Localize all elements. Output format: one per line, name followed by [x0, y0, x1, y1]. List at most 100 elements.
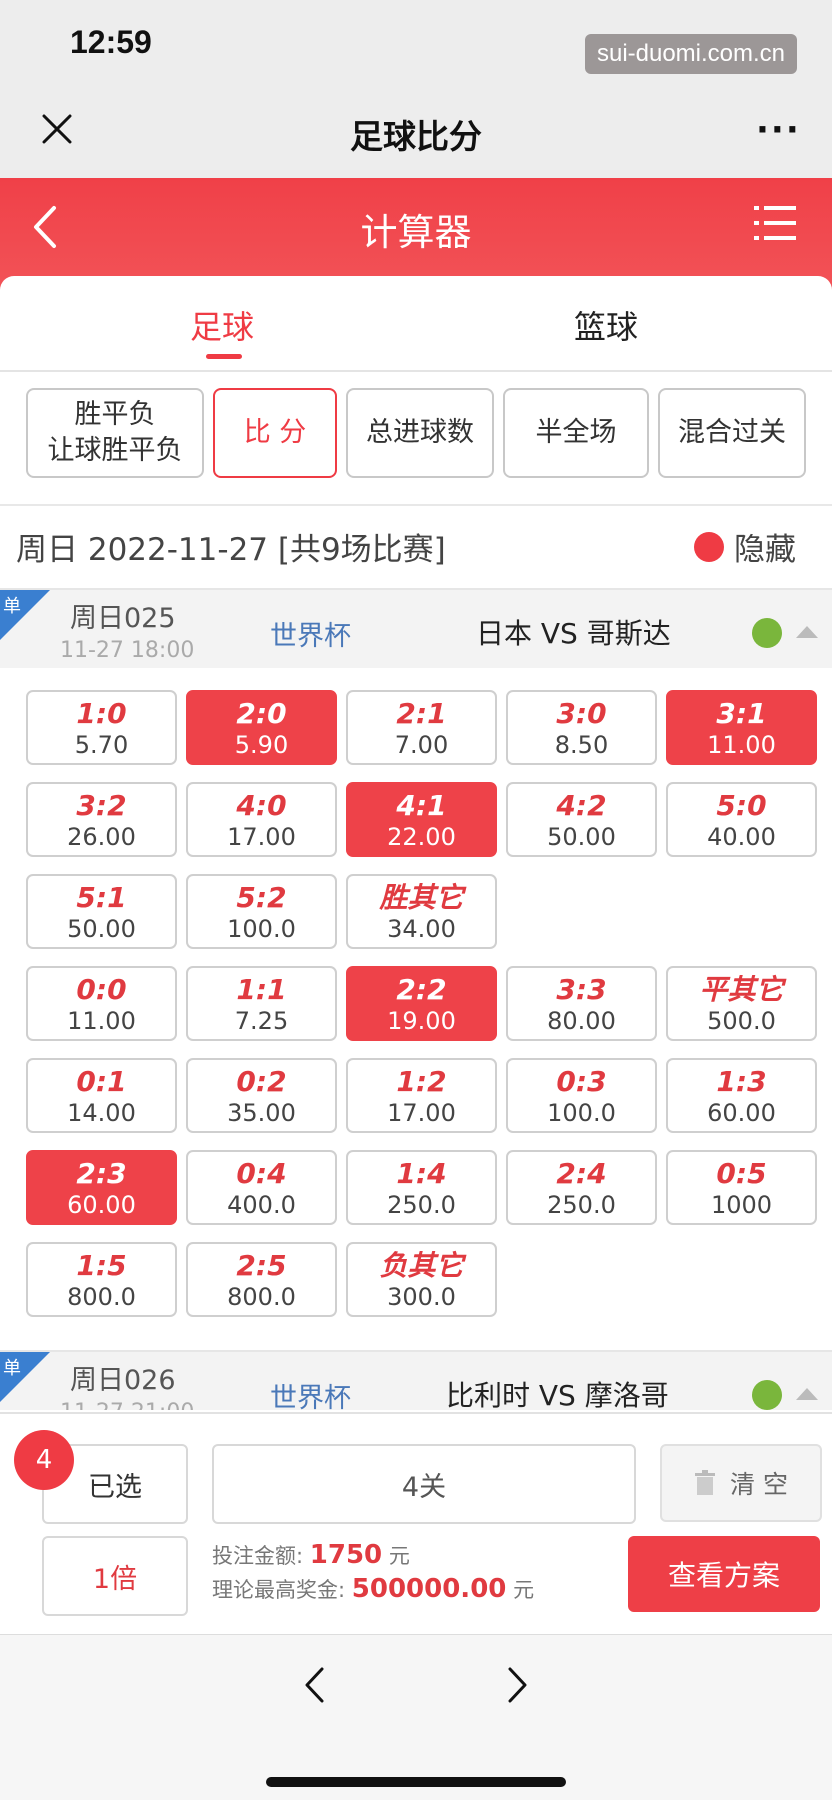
- score-label: 平其它: [699, 973, 784, 1006]
- pass-type-select[interactable]: 4关: [212, 1444, 636, 1524]
- odds-value: 1000: [710, 1191, 773, 1219]
- odds-value: 35.00: [227, 1099, 296, 1127]
- score-option[interactable]: 1:1 7.25: [186, 966, 337, 1041]
- score-option[interactable]: 1:4 250.0: [346, 1150, 497, 1225]
- watermark: sui-duomi.com.cn: [585, 34, 797, 74]
- score-label: 1:0: [76, 697, 127, 730]
- home-indicator: [266, 1777, 566, 1787]
- score-option[interactable]: 2:2 19.00: [346, 966, 497, 1041]
- match-time: 11-27 18:00: [60, 638, 195, 663]
- score-label: 5:2: [236, 881, 287, 914]
- score-label: 5:1: [76, 881, 127, 914]
- collapse-caret-icon[interactable]: [796, 626, 818, 638]
- score-option[interactable]: 0:0 11.00: [26, 966, 177, 1041]
- score-label: 2:2: [396, 973, 447, 1006]
- score-option[interactable]: 2:1 7.00: [346, 690, 497, 765]
- multiplier-input[interactable]: 1倍: [42, 1536, 188, 1616]
- odds-value: 11.00: [67, 1007, 136, 1035]
- more-icon[interactable]: ···: [756, 110, 801, 150]
- score-option[interactable]: 2:3 60.00: [26, 1150, 177, 1225]
- bet-amount-value: 1750: [309, 1540, 383, 1570]
- score-option[interactable]: 胜其它 34.00: [346, 874, 497, 949]
- match-teams: 比利时 VS 摩洛哥: [446, 1379, 669, 1410]
- score-label: 1:4: [396, 1157, 447, 1190]
- score-label: 2:4: [556, 1157, 607, 1190]
- odds-value: 250.0: [547, 1191, 616, 1219]
- score-option[interactable]: 3:1 11.00: [666, 690, 817, 765]
- mode-label: 总进球数: [366, 417, 474, 448]
- browser-back-icon[interactable]: [302, 1665, 326, 1705]
- odds-value: 250.0: [387, 1191, 456, 1219]
- score-label: 0:3: [556, 1065, 607, 1098]
- tab-basketball[interactable]: 篮球: [574, 302, 638, 348]
- mode-mixed-parlay-button[interactable]: 混合过关: [658, 388, 806, 478]
- hide-toggle-dot[interactable]: [694, 532, 724, 562]
- bet-amount-row: 投注金额: 1750 元: [212, 1540, 410, 1570]
- odds-value: 7.00: [394, 731, 449, 759]
- score-option[interactable]: 0:2 35.00: [186, 1058, 337, 1133]
- odds-value: 100.0: [227, 915, 296, 943]
- match-row[interactable]: 单 周日026 11-27 21:00 世界杯 比利时 VS 摩洛哥: [0, 1350, 832, 1410]
- mode-score-button[interactable]: 比 分: [213, 388, 337, 478]
- score-option[interactable]: 平其它 500.0: [666, 966, 817, 1041]
- match-time: 11-27 21:00: [60, 1400, 194, 1410]
- odds-value: 80.00: [547, 1007, 616, 1035]
- score-option[interactable]: 0:5 1000: [666, 1150, 817, 1225]
- hide-toggle-label[interactable]: 隐藏: [734, 524, 796, 569]
- score-option[interactable]: 1:3 60.00: [666, 1058, 817, 1133]
- league-name: 世界杯: [270, 1383, 351, 1410]
- score-label: 0:5: [716, 1157, 767, 1190]
- score-option[interactable]: 4:0 17.00: [186, 782, 337, 857]
- score-option[interactable]: 负其它 300.0: [346, 1242, 497, 1317]
- tab-football[interactable]: 足球: [190, 302, 254, 348]
- mode-label: 混合过关: [678, 417, 786, 448]
- match-number: 周日025: [70, 603, 176, 634]
- score-option[interactable]: 1:5 800.0: [26, 1242, 177, 1317]
- score-option[interactable]: 3:2 26.00: [26, 782, 177, 857]
- score-option[interactable]: 0:4 400.0: [186, 1150, 337, 1225]
- view-plan-button[interactable]: 查看方案: [628, 1536, 820, 1612]
- clear-button[interactable]: 清 空: [660, 1444, 822, 1522]
- score-label: 2:1: [396, 697, 447, 730]
- single-bet-tag-text: 单: [3, 1358, 21, 1379]
- max-prize-unit: 元: [513, 1578, 535, 1602]
- score-option[interactable]: 2:4 250.0: [506, 1150, 657, 1225]
- odds-value: 500.0: [707, 1007, 776, 1035]
- check-icon: [752, 1380, 782, 1410]
- score-label: 1:1: [236, 973, 287, 1006]
- odds-value: 34.00: [387, 915, 456, 943]
- score-label: 3:3: [556, 973, 607, 1006]
- check-icon: [752, 618, 782, 648]
- mode-win-draw-loss-button[interactable]: 胜平负 让球胜平负: [26, 388, 204, 478]
- browser-forward-icon[interactable]: [506, 1665, 530, 1705]
- score-option[interactable]: 5:2 100.0: [186, 874, 337, 949]
- score-option[interactable]: 0:3 100.0: [506, 1058, 657, 1133]
- score-option[interactable]: 2:5 800.0: [186, 1242, 337, 1317]
- score-option[interactable]: 3:0 8.50: [506, 690, 657, 765]
- score-option[interactable]: 1:2 17.00: [346, 1058, 497, 1133]
- score-label: 3:0: [556, 697, 607, 730]
- max-prize-label: 理论最高奖金:: [212, 1578, 346, 1602]
- score-label: 负其它: [379, 1249, 464, 1282]
- max-prize-value: 500000.00: [351, 1574, 507, 1604]
- score-option[interactable]: 0:1 14.00: [26, 1058, 177, 1133]
- score-label: 1:3: [716, 1065, 767, 1098]
- score-option[interactable]: 3:3 80.00: [506, 966, 657, 1041]
- score-option[interactable]: 5:0 40.00: [666, 782, 817, 857]
- odds-value: 40.00: [707, 823, 776, 851]
- score-option[interactable]: 5:1 50.00: [26, 874, 177, 949]
- score-option[interactable]: 4:2 50.00: [506, 782, 657, 857]
- score-option[interactable]: 2:0 5.90: [186, 690, 337, 765]
- collapse-caret-icon[interactable]: [796, 1388, 818, 1400]
- odds-value: 300.0: [387, 1283, 456, 1311]
- mode-half-full-button[interactable]: 半全场: [503, 388, 649, 478]
- league-name: 世界杯: [270, 621, 351, 652]
- score-option[interactable]: 4:1 22.00: [346, 782, 497, 857]
- score-option[interactable]: 1:0 5.70: [26, 690, 177, 765]
- list-menu-icon[interactable]: [754, 204, 796, 242]
- mode-total-goals-button[interactable]: 总进球数: [346, 388, 494, 478]
- match-row[interactable]: 单 周日025 11-27 18:00 世界杯 日本 VS 哥斯达: [0, 588, 832, 668]
- bet-amount-label: 投注金额:: [212, 1544, 304, 1568]
- odds-value: 800.0: [67, 1283, 136, 1311]
- active-tab-indicator: [206, 354, 242, 359]
